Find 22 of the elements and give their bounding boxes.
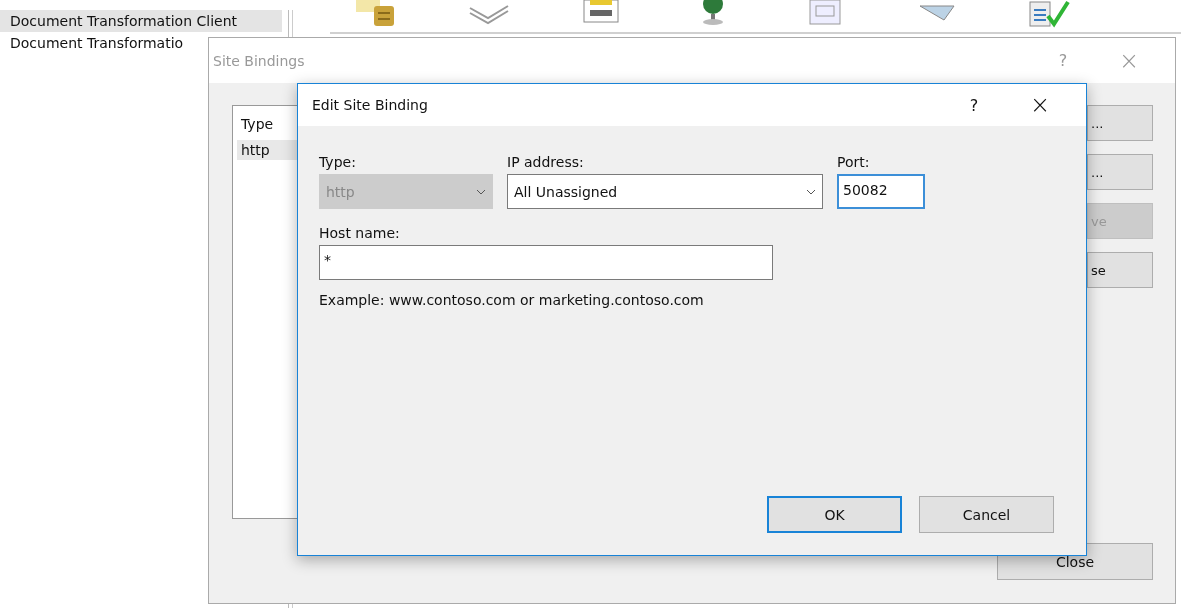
field-label: Type:: [319, 154, 357, 170]
side-button[interactable]: se: [1087, 252, 1153, 288]
host-name-field[interactable]: *: [319, 245, 773, 280]
document-check-icon[interactable]: [1026, 0, 1072, 30]
column-header: Type: [241, 116, 275, 132]
side-button[interactable]: ...: [1087, 105, 1153, 141]
field-label: Port:: [837, 154, 871, 170]
chevron-down-icon: [806, 188, 816, 195]
chevron-down-icon: [476, 188, 486, 195]
side-button[interactable]: ...: [1087, 154, 1153, 190]
window-title: Site Bindings: [213, 52, 306, 69]
cancel-button[interactable]: Cancel: [919, 496, 1054, 533]
tree-item[interactable]: Document Transformation Client: [0, 10, 282, 32]
ok-button[interactable]: OK: [767, 496, 902, 533]
ip-address-dropdown[interactable]: All Unassigned: [507, 174, 823, 209]
close-button[interactable]: ×: [1012, 91, 1068, 119]
field-label: Host name:: [319, 225, 401, 241]
port-field[interactable]: 50082: [837, 174, 925, 209]
field-label: IP address:: [507, 154, 585, 170]
help-button[interactable]: ?: [946, 95, 1002, 115]
hint-text: Example: www.contoso.com or marketing.contoso.com: [319, 292, 705, 308]
window-title: Edit Site Binding: [312, 97, 429, 113]
